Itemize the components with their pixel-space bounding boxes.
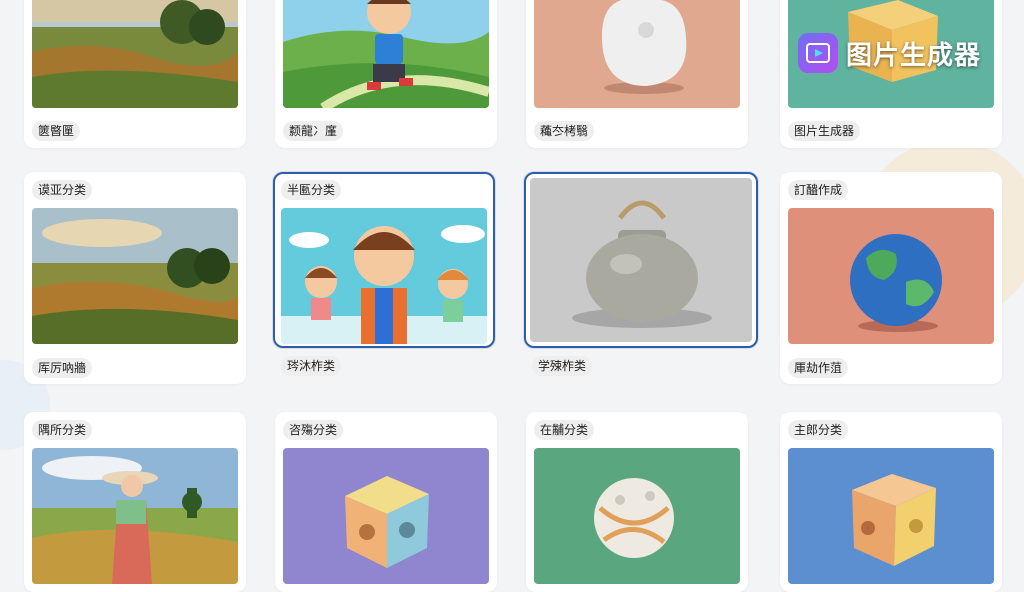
card-thumbnail [283, 448, 489, 584]
card-thumbnail [32, 208, 238, 344]
image-card[interactable]: 隅所分类 [24, 412, 246, 592]
brand-header: 图片生成器 [798, 32, 981, 74]
card-category-tag: 隅所分类 [32, 420, 93, 440]
card-thumbnail [32, 0, 238, 108]
card-category-tag: 主郎分类 [788, 420, 849, 440]
card-label: 琌沐柞类 [281, 356, 342, 376]
image-card[interactable]: 图片生成器 [780, 0, 1002, 148]
image-card[interactable]: 主郎分类 [780, 412, 1002, 592]
image-card[interactable]: 蘒冭栲翳 [526, 0, 748, 148]
card-label: 蘒冭栲翳 [534, 121, 595, 141]
card-label: 厍厉吶牆 [32, 358, 93, 378]
brand-title: 图片生成器 [846, 40, 982, 71]
card-category-tag: 咨殤分类 [283, 420, 344, 440]
image-grid: 篋暋匰 颣龍冫廑 蘒冭栲翳 图片生成器 谟亚分类 厍厉吶牆 半匭分类 琌沐柞类 … [0, 0, 1024, 592]
card-thumbnail [788, 208, 994, 344]
card-label: 颣龍冫廑 [283, 121, 344, 141]
card-thumbnail [788, 448, 994, 584]
card-label: 学殐柞类 [532, 356, 593, 376]
image-card-selected[interactable]: 半匭分类 [273, 172, 495, 348]
card-thumbnail [32, 448, 238, 584]
card-thumbnail [283, 0, 489, 108]
card-thumbnail [281, 208, 487, 344]
image-card[interactable]: 咨殤分类 [275, 412, 497, 592]
card-category-tag: 在黼分类 [534, 420, 595, 440]
image-card[interactable]: 篋暋匰 [24, 0, 246, 148]
card-category-tag: 半匭分类 [281, 180, 342, 200]
card-category-tag: 谟亚分类 [32, 180, 93, 200]
image-card[interactable]: 訂醠作成 厙劫作菹 [780, 172, 1002, 384]
card-label: 厙劫作菹 [788, 358, 849, 378]
card-label: 图片生成器 [788, 121, 861, 141]
image-generator-logo-icon [798, 33, 838, 73]
card-thumbnail [534, 448, 740, 584]
card-thumbnail [530, 178, 752, 342]
card-thumbnail [534, 0, 740, 108]
image-card[interactable]: 颣龍冫廑 [275, 0, 497, 148]
card-category-tag: 訂醠作成 [788, 180, 849, 200]
image-card[interactable]: 谟亚分类 厍厉吶牆 [24, 172, 246, 384]
card-label: 篋暋匰 [32, 121, 81, 141]
image-card-selected[interactable] [524, 172, 758, 348]
image-card[interactable]: 在黼分类 [526, 412, 748, 592]
